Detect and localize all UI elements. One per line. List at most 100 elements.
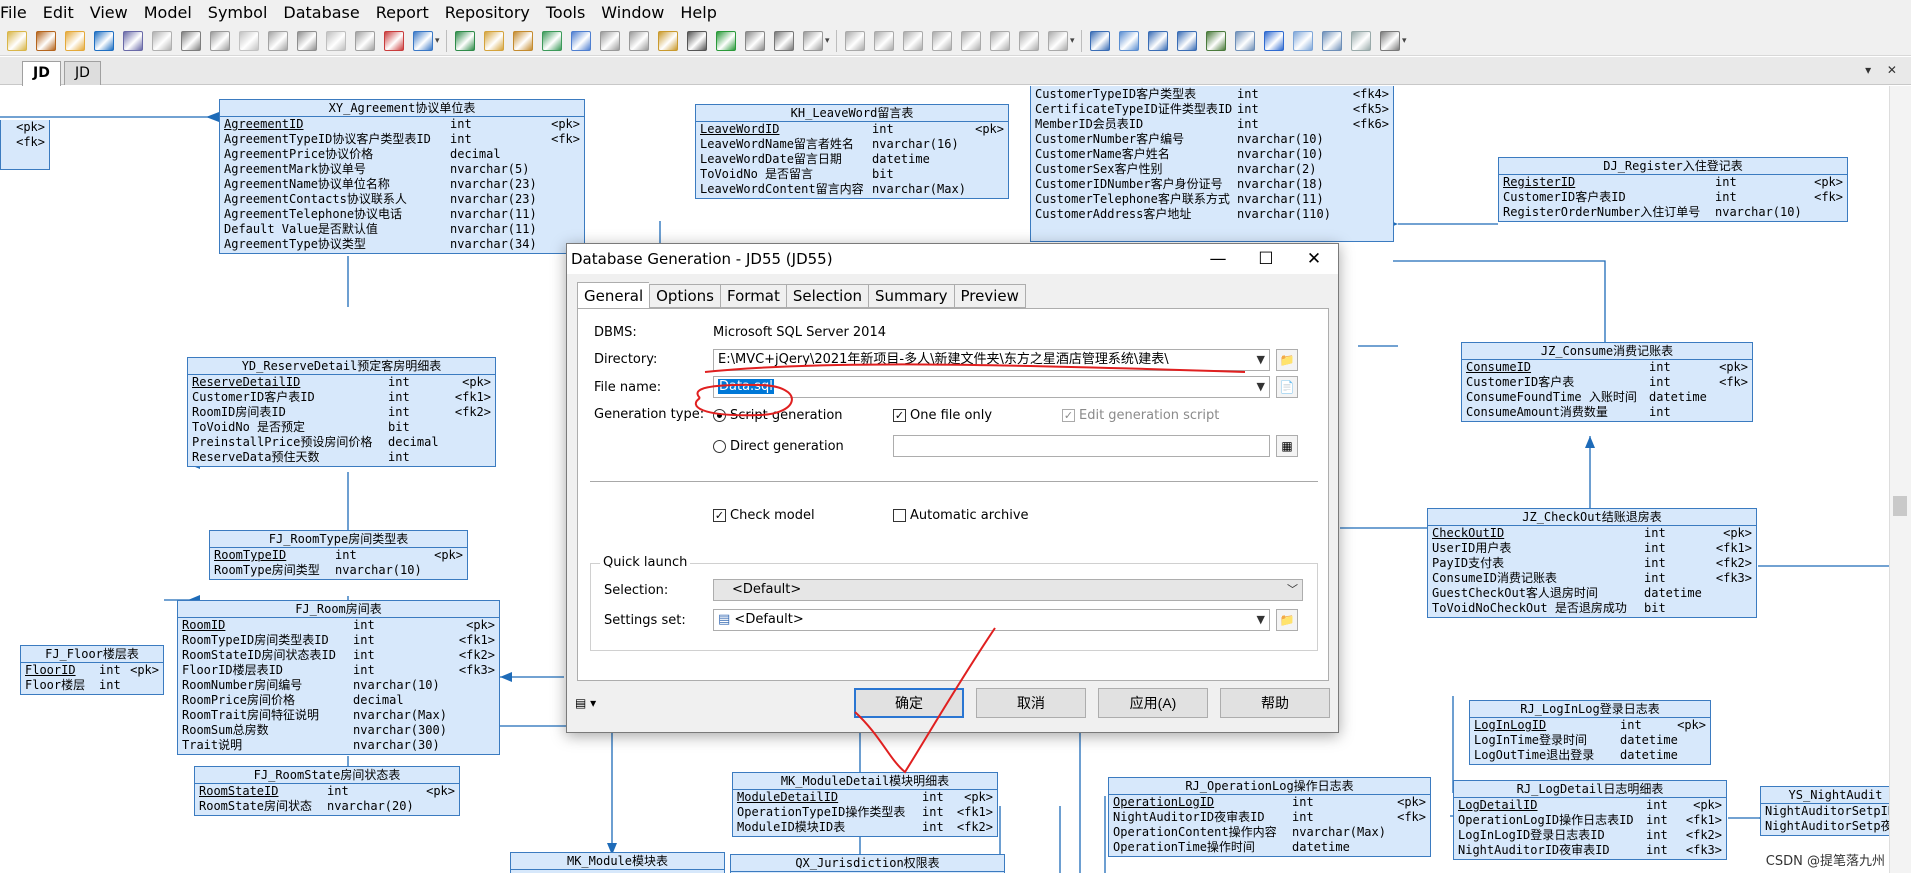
toolbar-tool-icon[interactable] [903, 30, 923, 51]
toolbar-tool-icon[interactable] [268, 30, 288, 51]
toolbar-tool-icon[interactable] [542, 30, 562, 51]
toolbar-overflow-icon[interactable]: ▾ [435, 36, 441, 46]
toolbar-tool-icon[interactable] [629, 30, 649, 51]
direct-generation-radio[interactable]: Direct generation [713, 439, 844, 454]
entity-table[interactable]: MK_Module模块表 [510, 852, 725, 873]
entity-table[interactable]: KH_LeaveWord留言表 LeaveWordID int <pk> LeaveWo… [695, 104, 1009, 199]
toolbar-tool-icon[interactable] [932, 30, 952, 51]
toolbar-tool-icon[interactable] [413, 30, 433, 51]
tab-preview[interactable]: Preview [953, 284, 1026, 308]
toolbar-tool-icon[interactable] [239, 30, 259, 51]
toolbar-tool-icon[interactable] [355, 30, 375, 51]
toolbar-tool-icon[interactable] [7, 30, 27, 51]
menu-report[interactable]: Report [368, 0, 437, 26]
menu-symbol[interactable]: Symbol [200, 0, 276, 26]
script-generation-radio[interactable]: Script generation [713, 408, 843, 423]
toolbar-tool-icon[interactable] [1264, 30, 1284, 51]
entity-table[interactable]: FJ_Room房间表 RoomID int <pk> RoomTypeID房间类型表ID… [177, 600, 500, 755]
tab-selection[interactable]: Selection [785, 284, 869, 308]
toolbar-tool-icon[interactable] [803, 30, 823, 51]
check-model-checkbox[interactable]: ✓ Check model [713, 508, 815, 523]
entity-table[interactable]: RoomID房间表IDint<fk3>CustomerTypeID客户类型表in… [1030, 86, 1394, 242]
toolbar-tool-icon[interactable] [745, 30, 765, 51]
direct-generation-field[interactable] [893, 435, 1270, 457]
automatic-archive-checkbox[interactable]: Automatic archive [893, 508, 1029, 523]
folder-browse-icon[interactable]: 📁 [1276, 609, 1298, 631]
toolbar-overflow-icon[interactable]: ▾ [1070, 36, 1076, 46]
tab-format[interactable]: Format [720, 284, 786, 308]
toolbar-tool-icon[interactable] [65, 30, 85, 51]
entity-table[interactable]: YD_ReserveDetail预定客房明细表 ReserveDetailID in… [187, 357, 496, 467]
menu-view[interactable]: View [82, 0, 136, 26]
entity-table[interactable]: JZ_Consume消费记账表 ConsumeID int <pk> CustomerI… [1461, 342, 1753, 422]
toolbar-tool-icon[interactable] [152, 30, 172, 51]
toolbar-tool-icon[interactable] [1322, 30, 1342, 51]
file-browse-icon[interactable]: 📄 [1276, 376, 1298, 398]
toolbar-tool-icon[interactable] [571, 30, 591, 51]
chevron-down-icon[interactable]: ▼ [1257, 610, 1265, 630]
toolbar-tool-icon[interactable] [513, 30, 533, 51]
entity-table[interactable]: RJ_OperationLog操作日志表 OperationLogID int <pk… [1108, 777, 1431, 857]
toolbar-tool-icon[interactable] [687, 30, 707, 51]
entity-table[interactable]: QX_Jurisdiction权限表 [730, 854, 1005, 873]
grid-icon[interactable]: ▦ [1276, 435, 1298, 457]
one-file-only-checkbox[interactable]: ✓ One file only [893, 408, 992, 423]
toolbar-tool-icon[interactable] [1148, 30, 1168, 51]
entity-table[interactable]: MK_ModuleDetail模块明细表 ModuleDetailID int <pk… [732, 772, 998, 837]
menu-edit[interactable]: Edit [35, 0, 82, 26]
vertical-scrollbar[interactable] [1889, 86, 1911, 873]
tab-options[interactable]: Options [649, 284, 721, 308]
settings-set-combo[interactable]: ▤ <Default> ▼ [713, 609, 1270, 631]
tab-controls[interactable]: ▾ ✕ [1865, 63, 1903, 77]
toolbar-tool-icon[interactable] [1119, 30, 1139, 51]
toolbar-tool-icon[interactable] [600, 30, 620, 51]
toolbar-tool-icon[interactable] [845, 30, 865, 51]
chevron-down-icon[interactable]: ▼ [1257, 350, 1265, 370]
ok-button[interactable]: 确定 [854, 688, 964, 718]
menu-help[interactable]: Help [672, 0, 724, 26]
entity-table[interactable]: FJ_Floor楼层表 FloorID int <pk> Floor楼层 int [20, 645, 164, 695]
toolbar-tool-icon[interactable] [658, 30, 678, 51]
chevron-down-icon[interactable]: ﹀ [1287, 580, 1298, 600]
toolbar-tool-icon[interactable] [36, 30, 56, 51]
menu-file[interactable]: File [0, 0, 35, 26]
chevron-down-icon[interactable]: ▼ [1257, 377, 1265, 397]
close-icon[interactable]: ✕ [1290, 244, 1338, 274]
tab-jd[interactable]: JD [64, 61, 101, 85]
toolbar-tool-icon[interactable] [326, 30, 346, 51]
toolbar-tool-icon[interactable] [210, 30, 230, 51]
tab-jd-active[interactable]: JD [22, 61, 61, 86]
tab-general[interactable]: General [577, 282, 650, 308]
toolbar-tool-icon[interactable] [455, 30, 475, 51]
toolbar-tool-icon[interactable] [297, 30, 317, 51]
toolbar-tool-icon[interactable] [1235, 30, 1255, 51]
entity-table[interactable]: JZ_CheckOut结账退房表 CheckOutID int <pk> UserID用… [1427, 508, 1757, 618]
entity-table[interactable]: XY_Agreement协议单位表 AgreementID int <pk> Agree… [219, 99, 585, 254]
minimize-icon[interactable]: — [1194, 244, 1242, 274]
toolbar-tool-icon[interactable] [181, 30, 201, 51]
toolbar-tool-icon[interactable] [961, 30, 981, 51]
toolbar-overflow-icon[interactable]: ▾ [825, 36, 831, 46]
toolbar-tool-icon[interactable] [123, 30, 143, 51]
toolbar-tool-icon[interactable] [1380, 30, 1400, 51]
folder-browse-icon[interactable]: 📁 [1276, 349, 1298, 371]
entity-table[interactable]: RJ_LogDetail日志明细表 LogDetailID int <pk> Opera… [1453, 780, 1727, 860]
toolbar-tool-icon[interactable] [94, 30, 114, 51]
cancel-button[interactable]: 取消 [976, 688, 1086, 718]
toolbar-overflow-icon[interactable]: ▾ [1402, 36, 1408, 46]
settings-menu-icon[interactable]: ▤ ▾ [575, 696, 596, 710]
toolbar-tool-icon[interactable] [774, 30, 794, 51]
entity-table[interactable]: FJ_RoomType房间类型表 RoomTypeID int <pk> RoomTyp… [209, 530, 468, 580]
entity-table[interactable]: FJ_RoomState房间状态表 RoomStateID int <pk> RoomS… [194, 766, 460, 816]
scrollbar-thumb[interactable] [1893, 496, 1907, 516]
menu-tools[interactable]: Tools [538, 0, 593, 26]
maximize-icon[interactable]: ☐ [1242, 244, 1290, 274]
menu-window[interactable]: Window [593, 0, 672, 26]
toolbar-tool-icon[interactable] [384, 30, 404, 51]
toolbar-tool-icon[interactable] [716, 30, 736, 51]
menu-model[interactable]: Model [136, 0, 200, 26]
toolbar-tool-icon[interactable] [1293, 30, 1313, 51]
apply-button[interactable]: 应用(A) [1098, 688, 1208, 718]
entity-table[interactable]: DJ_Register入住登记表 RegisterID int <pk> Custome… [1498, 157, 1848, 222]
toolbar-tool-icon[interactable] [1019, 30, 1039, 51]
